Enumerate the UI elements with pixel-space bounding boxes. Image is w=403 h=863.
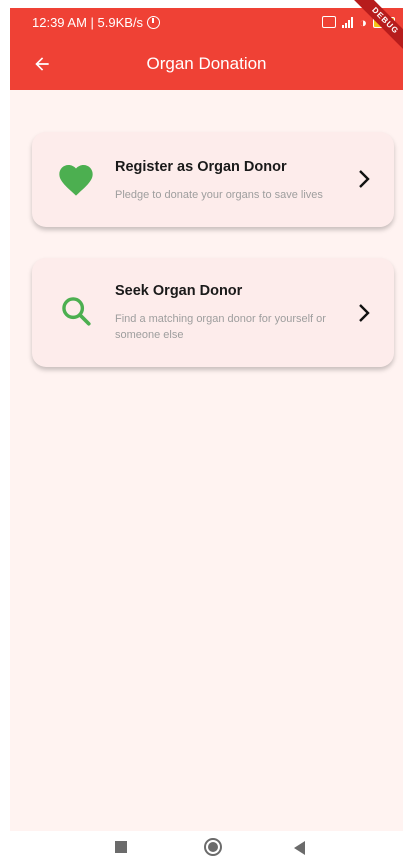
card-title: Seek Organ Donor (115, 283, 243, 299)
recents-button[interactable] (115, 841, 127, 853)
alarm-icon (147, 15, 161, 29)
page-title: Organ Donation (146, 54, 267, 73)
card-text: Seek Organ Donor Find a matching organ d… (115, 283, 354, 343)
back-button[interactable] (28, 50, 56, 78)
card-subtitle: Find a matching organ donor for yourself… (115, 313, 326, 341)
sim-icon (322, 16, 337, 28)
app-bar: 12:39 AM | 5.9KB/s ◑ DEBUG Organ Donatio… (10, 0, 403, 90)
system-back-button[interactable] (294, 841, 305, 855)
chevron-right-icon (356, 302, 372, 324)
status-bar: 12:39 AM | 5.9KB/s ◑ (10, 8, 403, 36)
chevron-right-icon (356, 168, 372, 190)
arrow-left-icon (35, 57, 49, 71)
system-nav-bar (0, 831, 403, 863)
card-title: Register as Organ Donor (115, 159, 287, 175)
wifi-icon: ◑ (359, 14, 367, 30)
heart-icon (56, 160, 96, 200)
card-text: Register as Organ Donor Pledge to donate… (115, 159, 354, 203)
status-left: 12:39 AM | 5.9KB/s (32, 14, 161, 30)
signal-icon (342, 16, 354, 28)
screen: 12:39 AM | 5.9KB/s ◑ DEBUG Organ Donatio… (0, 0, 403, 863)
card-subtitle: Pledge to donate your organs to save liv… (115, 189, 323, 201)
search-icon (56, 291, 96, 331)
content-area: Register as Organ Donor Pledge to donate… (10, 90, 403, 831)
status-time: 12:39 AM | 5.9KB/s (32, 14, 144, 30)
toolbar: Organ Donation (10, 42, 403, 86)
register-donor-card[interactable]: Register as Organ Donor Pledge to donate… (32, 132, 394, 227)
seek-donor-card[interactable]: Seek Organ Donor Find a matching organ d… (32, 258, 394, 367)
home-button[interactable] (204, 838, 222, 856)
